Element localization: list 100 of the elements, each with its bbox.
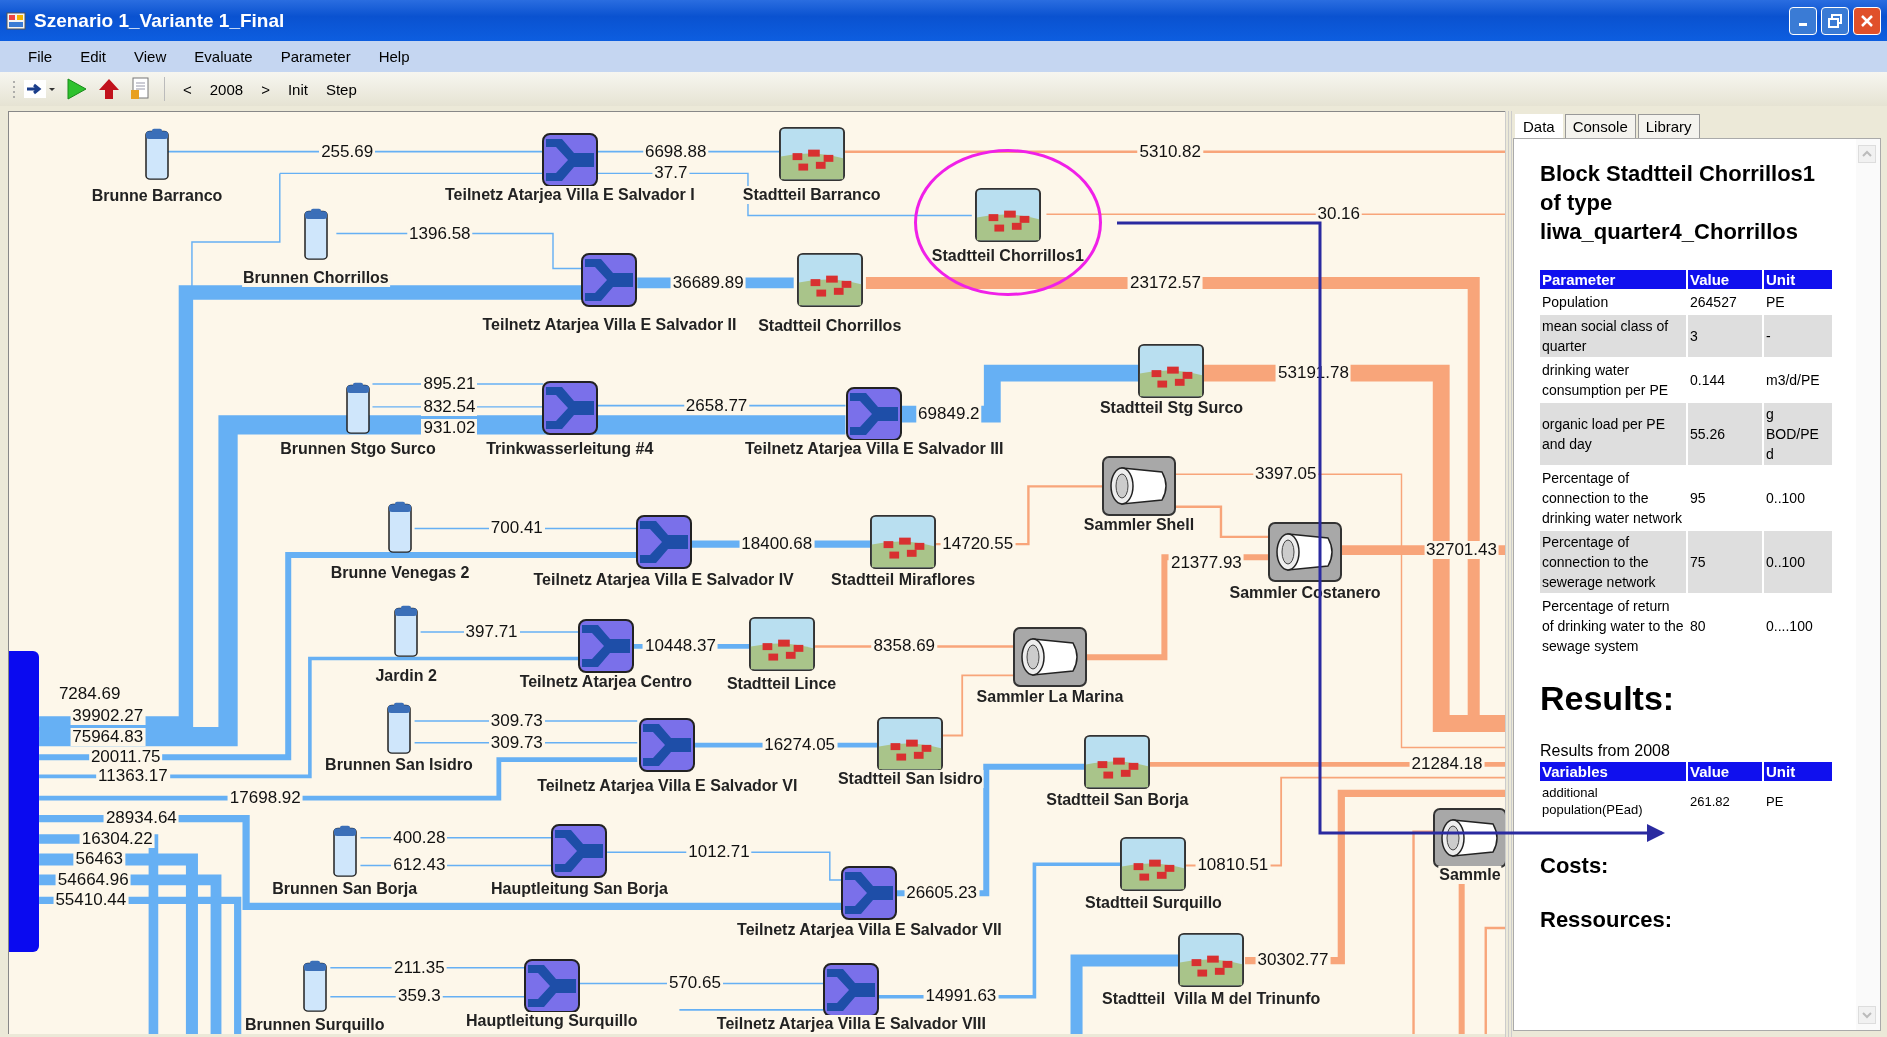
node-label: Stadtteil Barranco [741, 186, 882, 205]
node-label: Brunnen Surquillo [243, 1016, 386, 1034]
flow-value: 56463 [73, 850, 125, 869]
document-icon [130, 77, 150, 101]
previous-year-button[interactable]: < [177, 80, 198, 98]
close-button[interactable] [1853, 6, 1881, 35]
table-cell: - [1764, 315, 1832, 357]
node-label: Brunne Venegas 2 [329, 563, 471, 582]
block-heading: Block Stadtteil Chorrillos1 of type liwa_quarter4_Chorrillos [1540, 160, 1817, 246]
menu-item[interactable]: Parameter [266, 48, 365, 65]
panel-tab[interactable]: Library [1637, 114, 1700, 138]
node-label: Teilnetz Atarjea Villa E Salvador II [481, 316, 738, 334]
junction-icon[interactable] [523, 958, 580, 1013]
up-button[interactable] [96, 78, 122, 100]
flow-value: 69849.2 [916, 405, 982, 424]
well-icon[interactable] [346, 382, 370, 435]
flow-value: 931.02 [421, 419, 478, 438]
table-cell-text: m3/d/PE [1765, 371, 1821, 390]
table-cell-text: 0..100 [1765, 489, 1806, 508]
village-icon[interactable] [870, 514, 937, 569]
table-cell-text: Percentage of connection to the drinking water network [1541, 469, 1684, 528]
costs-heading: Costs: [1540, 853, 1610, 879]
node-label: Brunnen Stgo Surco [279, 439, 437, 458]
village-icon[interactable] [1178, 933, 1245, 988]
table-cell-text: 264527 [1689, 293, 1738, 312]
village-icon[interactable] [1084, 734, 1151, 789]
menu-item[interactable]: Edit [66, 48, 121, 65]
pointer-tool-button[interactable] [22, 80, 58, 98]
menu-item[interactable]: View [120, 48, 181, 65]
table-cell: 3 [1688, 315, 1762, 357]
well-icon[interactable] [332, 824, 357, 877]
junction-icon[interactable] [541, 133, 598, 188]
village-icon[interactable] [796, 253, 863, 308]
menu-item[interactable]: Evaluate [180, 48, 267, 65]
table-cell: organic load per PE and day [1540, 403, 1686, 465]
toolbar-button[interactable]: Init [281, 80, 314, 98]
table-cell-text: 261.82 [1689, 792, 1731, 811]
table-cell-text: drinking water consumption per PE [1541, 361, 1670, 400]
next-year-button[interactable]: > [255, 80, 276, 98]
node-label: Stadtteil Stg Surco [1098, 399, 1245, 418]
table-cell-text: additional population(PEad) [1541, 784, 1644, 819]
pipe-icon[interactable] [1012, 627, 1087, 688]
village-icon[interactable] [1120, 837, 1187, 892]
column-header: Value [1688, 762, 1762, 781]
village-icon[interactable] [974, 188, 1041, 243]
table-cell-text: Percentage of return of drinking water to the sewage system [1541, 597, 1685, 656]
junction-icon[interactable] [823, 963, 880, 1018]
restore-button[interactable] [1821, 6, 1849, 35]
menu-item[interactable]: File [14, 48, 67, 65]
flow-value: 39902.27 [70, 707, 146, 726]
toolbar-grip [12, 79, 16, 99]
arrow-icon [24, 80, 56, 98]
node-label: Teilnetz Atarjea Villa E Salvador VII [736, 921, 1003, 940]
table-cell-text: PE [1765, 293, 1786, 312]
node-label: Teilnetz Atarjea Villa E Salvador VIII [715, 1015, 987, 1034]
well-icon[interactable] [145, 128, 169, 181]
junction-icon[interactable] [581, 253, 638, 308]
panel-tab[interactable]: Console [1564, 114, 1636, 138]
results-caption: Results from 2008 [1540, 742, 1671, 760]
flow-value: 23172.57 [1128, 273, 1203, 292]
junction-icon[interactable] [551, 823, 608, 878]
pipe-icon[interactable] [1268, 522, 1343, 583]
menu-item[interactable]: Help [364, 48, 424, 65]
node-label: Stadtteil San Isidro [836, 769, 984, 788]
pipe-icon[interactable] [1432, 807, 1505, 868]
junction-icon[interactable] [841, 866, 898, 920]
node-label: Teilnetz Atarjea Centro [518, 673, 694, 692]
table-cell-text: Population [1541, 293, 1610, 312]
node-label: Trinkwasserleitung #4 [485, 439, 655, 458]
table-cell: g BOD/PE d [1764, 403, 1832, 465]
table-cell-text: 95 [1689, 489, 1707, 508]
junction-icon[interactable] [846, 387, 903, 442]
minimize-icon [1799, 23, 1807, 26]
village-icon[interactable] [877, 716, 944, 771]
well-icon[interactable] [386, 702, 411, 755]
table-cell-text: 80 [1689, 617, 1707, 636]
junction-icon[interactable] [577, 619, 634, 674]
junction-icon[interactable] [635, 514, 692, 569]
pipe-icon[interactable] [1102, 456, 1176, 517]
app-icon [6, 11, 26, 30]
village-icon[interactable] [778, 127, 845, 182]
well-icon[interactable] [394, 604, 419, 657]
well-icon[interactable] [302, 959, 327, 1012]
well-icon[interactable] [388, 501, 413, 554]
junction-icon[interactable] [639, 718, 696, 772]
node-label: Stadtteil Surquillo [1084, 893, 1223, 912]
node-label: Teilnetz Atarjea Villa E Salvador I [444, 186, 696, 205]
well-icon[interactable] [303, 207, 328, 260]
junction-icon[interactable] [541, 381, 598, 436]
village-icon[interactable] [748, 616, 815, 671]
toolbar-button[interactable]: Step [319, 80, 363, 98]
minimize-button[interactable] [1789, 6, 1817, 35]
column-header: Variables [1540, 762, 1686, 781]
table-cell: 55.26 [1688, 403, 1762, 465]
resources-heading: Ressources: [1540, 907, 1674, 933]
panel-tab[interactable]: Data [1515, 114, 1563, 138]
close-icon [1860, 13, 1874, 28]
node-label: Teilnetz Atarjea Villa E Salvador VI [536, 776, 799, 795]
village-icon[interactable] [1138, 343, 1205, 398]
node-label: Hauptleitung San Borja [489, 880, 669, 899]
